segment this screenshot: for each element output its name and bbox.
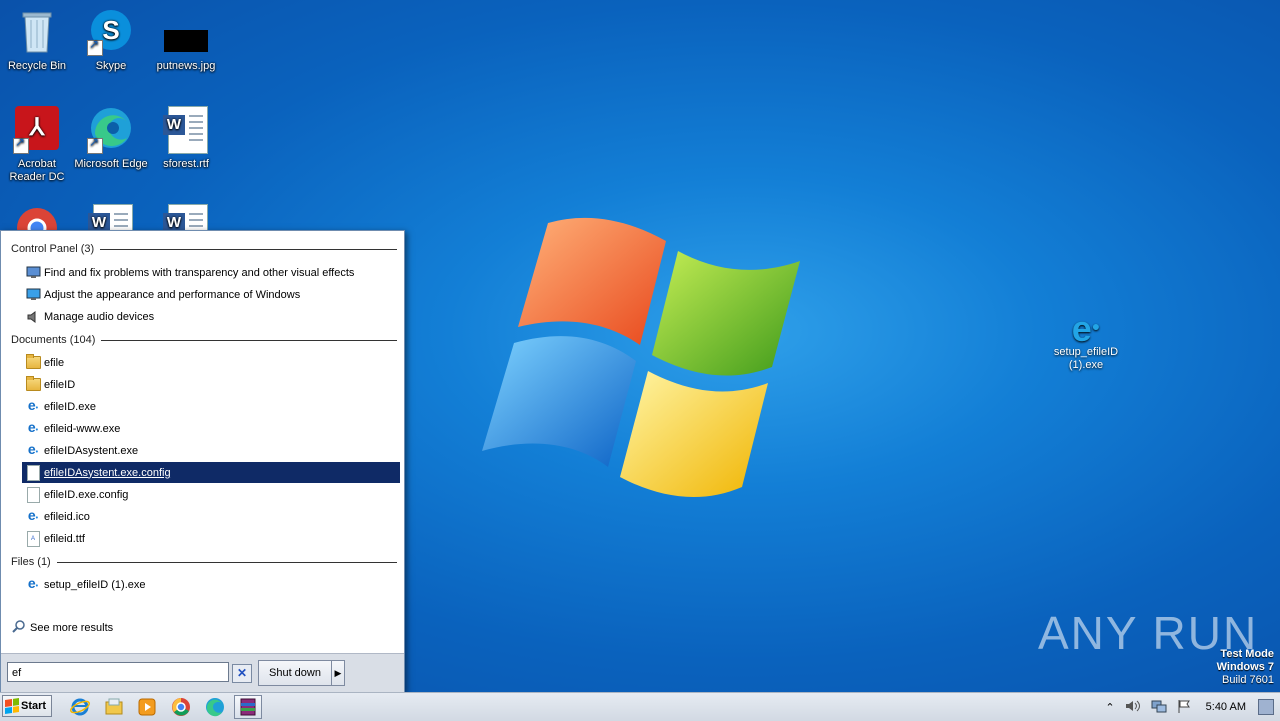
- desktop-icon-sforest[interactable]: W sforest.rtf: [149, 106, 223, 171]
- desktop-icon-skype[interactable]: S Skype: [74, 8, 148, 73]
- windows-flag-icon: [5, 698, 19, 714]
- search-icon: [12, 619, 26, 636]
- winrar-taskbar-button[interactable]: [234, 695, 262, 719]
- desktop-icon-recycle-bin[interactable]: Recycle Bin: [0, 8, 74, 73]
- result-item[interactable]: efile: [22, 352, 400, 373]
- chrome-icon[interactable]: [171, 697, 191, 717]
- test-mode-watermark: Test Mode Windows 7 Build 7601: [1217, 648, 1274, 687]
- desktop-icon-label: setup_efileID (1).exe: [1053, 346, 1119, 371]
- shutdown-options-arrow-icon[interactable]: ▶: [331, 660, 345, 686]
- result-item[interactable]: Find and fix problems with transparency …: [22, 262, 400, 283]
- start-menu-search-results: Control Panel (3) Find and fix problems …: [0, 230, 405, 693]
- result-item[interactable]: e• efileid.ico: [22, 506, 400, 527]
- volume-icon[interactable]: [1125, 699, 1141, 716]
- taskbar-clock[interactable]: 5:40 AM: [1206, 701, 1246, 713]
- result-item[interactable]: e• efileIDAsystent.exe: [22, 440, 400, 461]
- desktop-icon-label: Acrobat Reader DC: [9, 158, 65, 183]
- section-header-control-panel[interactable]: Control Panel (3): [11, 242, 397, 256]
- result-item[interactable]: Adjust the appearance and performance of…: [22, 284, 400, 305]
- efileid-app-icon: e•: [27, 506, 39, 523]
- desktop-icon-setup-efileid[interactable]: e● setup_efileID (1).exe: [1046, 306, 1126, 372]
- shortcut-arrow-icon: [87, 136, 103, 154]
- desktop-icon-acrobat[interactable]: ⅄ Acrobat Reader DC: [0, 106, 74, 184]
- desktop-icon-edge[interactable]: Microsoft Edge: [74, 106, 148, 171]
- edge-icon[interactable]: [205, 697, 225, 717]
- skype-icon: S: [87, 8, 135, 56]
- show-desktop-button[interactable]: [1258, 699, 1274, 715]
- desktop-icon-putnews[interactable]: putnews.jpg: [149, 8, 223, 73]
- start-button[interactable]: Start: [2, 695, 52, 717]
- folder-icon: [25, 354, 41, 371]
- result-item[interactable]: Manage audio devices: [22, 306, 400, 327]
- result-item-selected[interactable]: efileIDAsystent.exe.config: [22, 462, 400, 483]
- clear-search-icon[interactable]: ✕: [232, 664, 252, 683]
- result-item[interactable]: efileID: [22, 374, 400, 395]
- taskbar: Start ⌃ 5:40 AM: [0, 692, 1280, 721]
- edge-icon: [87, 106, 135, 154]
- section-header-documents[interactable]: Documents (104): [11, 333, 397, 347]
- shortcut-arrow-icon: [87, 38, 103, 56]
- internet-explorer-icon[interactable]: [70, 697, 90, 717]
- folder-icon: [25, 376, 41, 393]
- result-item[interactable]: A efileid.ttf: [22, 528, 400, 549]
- see-more-results-link[interactable]: See more results: [12, 619, 113, 636]
- result-item[interactable]: efileID.exe.config: [22, 484, 400, 505]
- control-panel-system-icon: [25, 287, 41, 303]
- action-center-flag-icon[interactable]: [1177, 699, 1191, 716]
- efileid-app-icon: e●: [1071, 308, 1101, 349]
- search-input[interactable]: ef: [7, 662, 229, 682]
- result-item[interactable]: e• efileID.exe: [22, 396, 400, 417]
- document-file-icon: [25, 464, 41, 481]
- shortcut-arrow-icon: [13, 136, 29, 154]
- os-name-label: Windows 7: [1216, 661, 1274, 673]
- image-file-icon: [162, 8, 210, 56]
- result-item[interactable]: e• setup_efileID (1).exe: [22, 574, 400, 595]
- acrobat-icon: ⅄: [13, 106, 61, 154]
- start-menu-search-bar: ef ✕ Shut down ▶: [1, 653, 404, 693]
- control-panel-display-icon: [25, 265, 41, 281]
- word-document-icon: W: [162, 106, 210, 154]
- desktop-icon-label: Microsoft Edge: [74, 158, 148, 170]
- document-file-icon: [25, 486, 41, 503]
- efileid-app-icon: e•: [27, 418, 39, 435]
- build-label: Build 7601: [1222, 674, 1274, 686]
- show-hidden-icons-chevron-icon[interactable]: ⌃: [1105, 701, 1114, 714]
- desktop-icon-label: sforest.rtf: [163, 158, 209, 170]
- efileid-app-icon: e•: [27, 574, 39, 591]
- shutdown-button[interactable]: Shut down: [258, 660, 332, 686]
- file-explorer-icon[interactable]: [104, 697, 124, 717]
- recycle-bin-icon: [13, 8, 61, 56]
- windows-logo: [482, 217, 800, 498]
- desktop-icon-label: Skype: [95, 60, 127, 72]
- speaker-icon: [25, 309, 41, 325]
- result-item[interactable]: e• efileid-www.exe: [22, 418, 400, 439]
- network-icon[interactable]: [1151, 699, 1167, 716]
- section-header-files[interactable]: Files (1): [11, 555, 397, 569]
- test-mode-label: Test Mode: [1220, 648, 1274, 660]
- media-player-icon[interactable]: [137, 697, 157, 717]
- system-tray: ⌃ 5:40 AM: [1100, 693, 1280, 721]
- efileid-app-icon: e•: [27, 440, 39, 457]
- desktop-icon-label: Recycle Bin: [7, 60, 67, 72]
- efileid-app-icon: e•: [27, 396, 39, 413]
- svg-text:S: S: [102, 15, 119, 45]
- font-file-icon: A: [25, 530, 41, 547]
- desktop-icon-label: putnews.jpg: [156, 60, 216, 72]
- winrar-icon: [240, 698, 256, 716]
